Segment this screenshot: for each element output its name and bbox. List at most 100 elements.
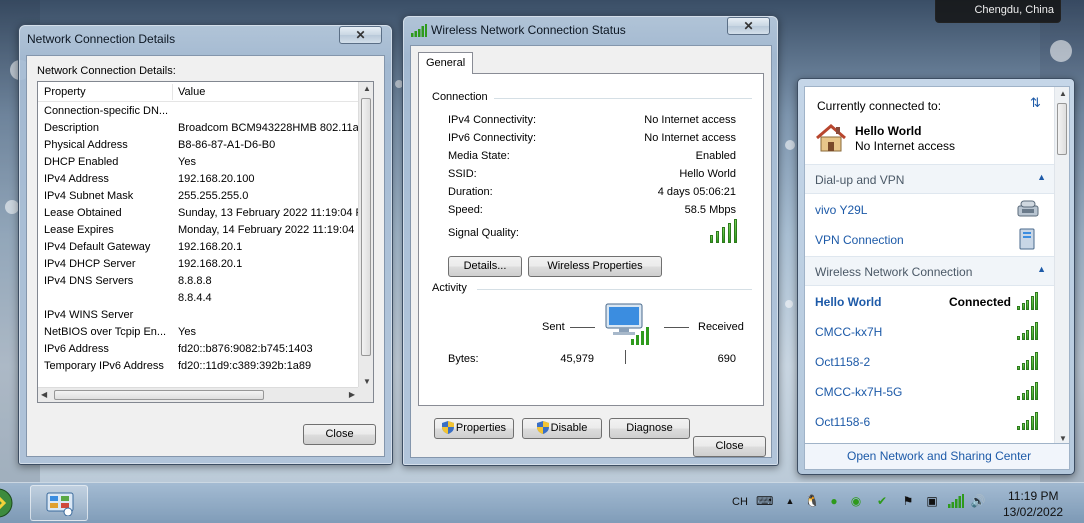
details-window-title: Network Connection Details xyxy=(27,32,176,46)
wifi-connected-status: Connected xyxy=(949,295,1012,309)
detail-row[interactable]: 8.8.4.4 xyxy=(38,292,358,309)
phone-modem-icon xyxy=(1017,199,1039,220)
detail-row[interactable]: DHCP Enabled Yes xyxy=(38,156,358,173)
wechat-icon[interactable]: ● xyxy=(826,493,842,509)
details-button[interactable]: Details... xyxy=(448,256,522,277)
refresh-icon[interactable]: ⇅ xyxy=(1030,95,1041,111)
activity-group-label: Activity xyxy=(432,282,467,294)
clock-date[interactable]: 13/02/2022 xyxy=(1003,505,1063,519)
uac-shield-icon xyxy=(536,421,549,441)
status-field-key: Speed: xyxy=(448,204,483,216)
action-center-flag-icon[interactable]: ⚑ xyxy=(900,493,916,509)
details-window-close-x[interactable]: ✕ xyxy=(339,26,382,44)
scroll-thumb[interactable] xyxy=(361,98,371,356)
detail-property: NetBIOS over Tcpip En... xyxy=(44,326,167,338)
column-header-value[interactable]: Value xyxy=(178,86,205,98)
detail-row[interactable]: IPv4 Default Gateway 192.168.20.1 xyxy=(38,241,358,258)
dialup-item-vpn[interactable]: VPN Connection xyxy=(815,233,904,247)
detail-property: Description xyxy=(44,122,100,134)
detail-row[interactable]: IPv6 Address fd20::b876:9082:b745:1403 xyxy=(38,343,358,360)
keyboard-icon[interactable]: ⌨ xyxy=(756,493,773,509)
detail-row[interactable]: Connection-specific DN... xyxy=(38,105,358,122)
open-network-sharing-center-link[interactable]: Open Network and Sharing Center xyxy=(847,449,1031,463)
details-vertical-scrollbar[interactable]: ▲ ▼ xyxy=(358,82,373,387)
wifi-network-item[interactable]: Oct1158-6 xyxy=(815,415,870,429)
detail-row[interactable]: Description Broadcom BCM943228HMB 802.11a… xyxy=(38,122,358,139)
scroll-right-arrow-icon[interactable]: ▶ xyxy=(349,390,355,399)
user-tile[interactable]: Chengdu, China xyxy=(935,0,1061,23)
detail-property: Temporary IPv6 Address xyxy=(44,360,164,372)
hscroll-thumb[interactable] xyxy=(54,390,264,400)
tray-wifi-signal-icon[interactable] xyxy=(948,494,964,511)
status-field-key: Duration: xyxy=(448,186,493,198)
detail-row[interactable]: IPv4 Subnet Mask 255.255.255.0 xyxy=(38,190,358,207)
detail-property: IPv4 Address xyxy=(44,173,109,185)
taskbar-network-windows-button[interactable] xyxy=(30,485,88,521)
detail-row[interactable]: IPv4 DNS Servers 8.8.8.8 xyxy=(38,275,358,292)
current-network-status: No Internet access xyxy=(855,139,956,153)
safe-remove-check-icon[interactable]: ✔ xyxy=(874,493,890,509)
dialup-item-vivo[interactable]: vivo Y29L xyxy=(815,203,867,217)
status-field-key: IPv6 Connectivity: xyxy=(448,132,537,144)
volume-icon[interactable]: 🔊 xyxy=(970,493,986,509)
properties-button[interactable]: Properties xyxy=(434,418,514,439)
details-horizontal-scrollbar[interactable]: ◀ ▶ xyxy=(38,387,358,402)
scroll-left-arrow-icon[interactable]: ◀ xyxy=(41,390,47,399)
chat-bubble-icon[interactable]: ◉ xyxy=(848,493,864,509)
input-language[interactable]: CH xyxy=(732,496,748,508)
collapse-chevron-icon[interactable]: ▲ xyxy=(1037,172,1046,182)
wifi-network-item[interactable]: CMCC-kx7H xyxy=(815,325,882,339)
qq-penguin-icon[interactable]: 🐧 xyxy=(804,493,820,509)
detail-property: Physical Address xyxy=(44,139,128,151)
status-window-close-x[interactable]: ✕ xyxy=(727,17,770,35)
detail-property: Lease Obtained xyxy=(44,207,122,219)
scroll-up-arrow-icon[interactable]: ▲ xyxy=(1059,89,1067,98)
detail-row[interactable]: IPv4 DHCP Server 192.168.20.1 xyxy=(38,258,358,275)
detail-row[interactable]: Lease Expires Monday, 14 February 2022 11… xyxy=(38,224,358,241)
detail-row[interactable]: Physical Address B8-86-87-A1-D6-B0 xyxy=(38,139,358,156)
diagnose-button[interactable]: Diagnose xyxy=(609,418,690,439)
detail-row[interactable]: IPv4 WINS Server xyxy=(38,309,358,326)
collapse-chevron-icon[interactable]: ▲ xyxy=(1037,264,1046,274)
wifi-network-item[interactable]: CMCC-kx7H-5G xyxy=(815,385,902,399)
detail-row[interactable]: IPv4 Address 192.168.20.100 xyxy=(38,173,358,190)
wireless-properties-button[interactable]: Wireless Properties xyxy=(528,256,662,277)
details-close-button[interactable]: Close xyxy=(303,424,376,445)
scroll-down-arrow-icon[interactable]: ▼ xyxy=(1059,434,1067,443)
wifi-network-item[interactable]: Hello World xyxy=(815,295,881,309)
detail-value: 192.168.20.100 xyxy=(178,173,255,185)
tab-general[interactable]: General xyxy=(418,52,474,74)
start-orb-icon[interactable] xyxy=(0,485,14,521)
wifi-network-item[interactable]: Oct1158-2 xyxy=(815,355,870,369)
control-panel-icon xyxy=(46,492,74,519)
detail-property: IPv4 Subnet Mask xyxy=(44,190,134,202)
status-field-value: Hello World xyxy=(679,168,736,180)
detail-row[interactable]: Lease Obtained Sunday, 13 February 2022 1… xyxy=(38,207,358,224)
detail-row[interactable]: Temporary IPv6 Address fd20::11d9:c389:39… xyxy=(38,360,358,377)
status-field-value: 58.5 Mbps xyxy=(684,204,736,216)
details-listview[interactable]: Property Value Connection-specific DN...… xyxy=(37,81,374,403)
status-field-value: 4 days 05:06:21 xyxy=(657,186,736,198)
scroll-up-arrow-icon[interactable]: ▲ xyxy=(363,84,371,93)
wireless-section-header[interactable]: Wireless Network Connection ▲ xyxy=(805,256,1056,286)
clock-time[interactable]: 11:19 PM xyxy=(1008,489,1058,503)
detail-row[interactable]: NetBIOS over Tcpip En... Yes xyxy=(38,326,358,343)
detail-value: 255.255.255.0 xyxy=(178,190,249,202)
status-window: Wireless Network Connection Status ✕ Gen… xyxy=(402,15,779,466)
device-icon[interactable]: ▣ xyxy=(924,493,940,509)
detail-value: Yes xyxy=(178,156,196,168)
show-hidden-icons-icon[interactable]: ▲ xyxy=(782,493,798,509)
detail-property: DHCP Enabled xyxy=(44,156,119,168)
flyout-scroll-thumb[interactable] xyxy=(1057,103,1067,155)
currently-connected-label: Currently connected to: xyxy=(817,99,942,113)
disable-button[interactable]: Disable xyxy=(522,418,602,439)
network-flyout: Currently connected to: ⇅ Hello World No… xyxy=(797,78,1075,475)
bytes-sent-value: 45,979 xyxy=(560,353,594,365)
flyout-vertical-scrollbar[interactable]: ▲ ▼ xyxy=(1054,87,1069,443)
status-close-button[interactable]: Close xyxy=(693,436,766,457)
bytes-received-value: 690 xyxy=(717,353,736,365)
column-header-property[interactable]: Property xyxy=(44,86,86,98)
flyout-footer: Open Network and Sharing Center xyxy=(804,444,1070,470)
scroll-down-arrow-icon[interactable]: ▼ xyxy=(363,377,371,386)
dialup-vpn-section-header[interactable]: Dial-up and VPN ▲ xyxy=(805,164,1056,194)
